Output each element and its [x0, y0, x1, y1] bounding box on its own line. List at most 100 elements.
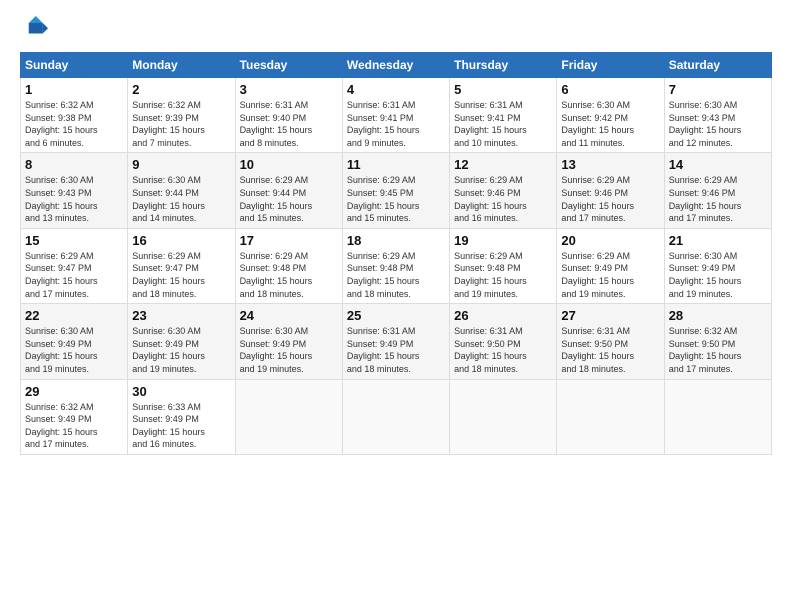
day-info: Sunrise: 6:29 AMSunset: 9:47 PMDaylight:… — [132, 250, 230, 300]
day-info: Sunrise: 6:31 AMSunset: 9:41 PMDaylight:… — [347, 99, 445, 149]
day-info: Sunrise: 6:30 AMSunset: 9:49 PMDaylight:… — [132, 325, 230, 375]
table-row: 11 Sunrise: 6:29 AMSunset: 9:45 PMDayligh… — [342, 153, 449, 228]
day-number: 25 — [347, 308, 445, 323]
table-row: 30 Sunrise: 6:33 AMSunset: 9:49 PMDayligh… — [128, 379, 235, 454]
day-info: Sunrise: 6:29 AMSunset: 9:49 PMDaylight:… — [561, 250, 659, 300]
day-info: Sunrise: 6:31 AMSunset: 9:50 PMDaylight:… — [454, 325, 552, 375]
day-info: Sunrise: 6:30 AMSunset: 9:43 PMDaylight:… — [669, 99, 767, 149]
table-row: 4Sunrise: 6:31 AMSunset: 9:41 PMDaylight… — [342, 78, 449, 153]
calendar-week-row: 29 Sunrise: 6:32 AMSunset: 9:49 PMDayligh… — [21, 379, 772, 454]
day-number: 26 — [454, 308, 552, 323]
calendar-header-row: Sunday Monday Tuesday Wednesday Thursday… — [21, 53, 772, 78]
header-thursday: Thursday — [450, 53, 557, 78]
header-friday: Friday — [557, 53, 664, 78]
day-number: 8 — [25, 157, 123, 172]
day-number: 29 — [25, 384, 123, 399]
table-row: 23 Sunrise: 6:30 AMSunset: 9:49 PMDayligh… — [128, 304, 235, 379]
day-info: Sunrise: 6:31 AMSunset: 9:41 PMDaylight:… — [454, 99, 552, 149]
day-number: 3 — [240, 82, 338, 97]
day-info: Sunrise: 6:29 AMSunset: 9:44 PMDaylight:… — [240, 174, 338, 224]
table-row: 9Sunrise: 6:30 AMSunset: 9:44 PMDaylight… — [128, 153, 235, 228]
day-number: 21 — [669, 233, 767, 248]
table-row: 18 Sunrise: 6:29 AMSunset: 9:48 PMDayligh… — [342, 228, 449, 303]
day-info: Sunrise: 6:32 AMSunset: 9:49 PMDaylight:… — [25, 401, 123, 451]
header-wednesday: Wednesday — [342, 53, 449, 78]
day-number: 20 — [561, 233, 659, 248]
table-row: 15 Sunrise: 6:29 AMSunset: 9:47 PMDayligh… — [21, 228, 128, 303]
day-number: 18 — [347, 233, 445, 248]
day-info: Sunrise: 6:33 AMSunset: 9:49 PMDaylight:… — [132, 401, 230, 451]
table-row: 24 Sunrise: 6:30 AMSunset: 9:49 PMDayligh… — [235, 304, 342, 379]
table-row: 7 Sunrise: 6:30 AMSunset: 9:43 PMDaylight… — [664, 78, 771, 153]
day-info: Sunrise: 6:30 AMSunset: 9:43 PMDaylight:… — [25, 174, 123, 224]
day-number: 28 — [669, 308, 767, 323]
day-number: 15 — [25, 233, 123, 248]
table-row: 29 Sunrise: 6:32 AMSunset: 9:49 PMDayligh… — [21, 379, 128, 454]
day-info: Sunrise: 6:29 AMSunset: 9:46 PMDaylight:… — [561, 174, 659, 224]
table-row — [450, 379, 557, 454]
day-info: Sunrise: 6:29 AMSunset: 9:48 PMDaylight:… — [454, 250, 552, 300]
day-number: 23 — [132, 308, 230, 323]
day-info: Sunrise: 6:31 AMSunset: 9:50 PMDaylight:… — [561, 325, 659, 375]
table-row: 13 Sunrise: 6:29 AMSunset: 9:46 PMDayligh… — [557, 153, 664, 228]
header-sunday: Sunday — [21, 53, 128, 78]
header-tuesday: Tuesday — [235, 53, 342, 78]
header — [20, 16, 772, 44]
table-row: 12Sunrise: 6:29 AMSunset: 9:46 PMDayligh… — [450, 153, 557, 228]
day-info: Sunrise: 6:32 AMSunset: 9:39 PMDaylight:… — [132, 99, 230, 149]
table-row — [235, 379, 342, 454]
day-info: Sunrise: 6:31 AMSunset: 9:49 PMDaylight:… — [347, 325, 445, 375]
day-info: Sunrise: 6:29 AMSunset: 9:46 PMDaylight:… — [454, 174, 552, 224]
day-info: Sunrise: 6:29 AMSunset: 9:47 PMDaylight:… — [25, 250, 123, 300]
calendar-week-row: 15 Sunrise: 6:29 AMSunset: 9:47 PMDayligh… — [21, 228, 772, 303]
day-info: Sunrise: 6:30 AMSunset: 9:49 PMDaylight:… — [240, 325, 338, 375]
table-row — [557, 379, 664, 454]
day-number: 14 — [669, 157, 767, 172]
day-number: 7 — [669, 82, 767, 97]
day-info: Sunrise: 6:32 AMSunset: 9:38 PMDaylight:… — [25, 99, 123, 149]
day-info: Sunrise: 6:29 AMSunset: 9:45 PMDaylight:… — [347, 174, 445, 224]
table-row: 3 Sunrise: 6:31 AMSunset: 9:40 PMDaylight… — [235, 78, 342, 153]
header-saturday: Saturday — [664, 53, 771, 78]
table-row: 22Sunrise: 6:30 AMSunset: 9:49 PMDayligh… — [21, 304, 128, 379]
day-info: Sunrise: 6:31 AMSunset: 9:40 PMDaylight:… — [240, 99, 338, 149]
day-info: Sunrise: 6:30 AMSunset: 9:42 PMDaylight:… — [561, 99, 659, 149]
calendar-week-row: 22Sunrise: 6:30 AMSunset: 9:49 PMDayligh… — [21, 304, 772, 379]
table-row: 20 Sunrise: 6:29 AMSunset: 9:49 PMDayligh… — [557, 228, 664, 303]
day-number: 6 — [561, 82, 659, 97]
day-info: Sunrise: 6:29 AMSunset: 9:46 PMDaylight:… — [669, 174, 767, 224]
day-info: Sunrise: 6:30 AMSunset: 9:44 PMDaylight:… — [132, 174, 230, 224]
table-row: 2Sunrise: 6:32 AMSunset: 9:39 PMDaylight… — [128, 78, 235, 153]
day-number: 24 — [240, 308, 338, 323]
day-number: 30 — [132, 384, 230, 399]
day-info: Sunrise: 6:29 AMSunset: 9:48 PMDaylight:… — [347, 250, 445, 300]
table-row: 8 Sunrise: 6:30 AMSunset: 9:43 PMDaylight… — [21, 153, 128, 228]
day-number: 13 — [561, 157, 659, 172]
day-number: 27 — [561, 308, 659, 323]
table-row: 21Sunrise: 6:30 AMSunset: 9:49 PMDayligh… — [664, 228, 771, 303]
logo — [20, 16, 52, 44]
table-row: 6 Sunrise: 6:30 AMSunset: 9:42 PMDaylight… — [557, 78, 664, 153]
day-number: 11 — [347, 157, 445, 172]
table-row: 16Sunrise: 6:29 AMSunset: 9:47 PMDayligh… — [128, 228, 235, 303]
day-number: 1 — [25, 82, 123, 97]
day-info: Sunrise: 6:29 AMSunset: 9:48 PMDaylight:… — [240, 250, 338, 300]
calendar-week-row: 8 Sunrise: 6:30 AMSunset: 9:43 PMDaylight… — [21, 153, 772, 228]
table-row — [664, 379, 771, 454]
table-row: 25 Sunrise: 6:31 AMSunset: 9:49 PMDayligh… — [342, 304, 449, 379]
day-number: 19 — [454, 233, 552, 248]
day-number: 17 — [240, 233, 338, 248]
table-row: 28 Sunrise: 6:32 AMSunset: 9:50 PMDayligh… — [664, 304, 771, 379]
day-number: 5 — [454, 82, 552, 97]
table-row — [342, 379, 449, 454]
calendar-table: Sunday Monday Tuesday Wednesday Thursday… — [20, 52, 772, 455]
day-info: Sunrise: 6:30 AMSunset: 9:49 PMDaylight:… — [25, 325, 123, 375]
day-number: 10 — [240, 157, 338, 172]
table-row: 1 Sunrise: 6:32 AMSunset: 9:38 PMDaylight… — [21, 78, 128, 153]
table-row: 10 Sunrise: 6:29 AMSunset: 9:44 PMDayligh… — [235, 153, 342, 228]
logo-icon — [20, 16, 48, 44]
day-info: Sunrise: 6:32 AMSunset: 9:50 PMDaylight:… — [669, 325, 767, 375]
header-monday: Monday — [128, 53, 235, 78]
table-row: 14 Sunrise: 6:29 AMSunset: 9:46 PMDayligh… — [664, 153, 771, 228]
table-row: 17 Sunrise: 6:29 AMSunset: 9:48 PMDayligh… — [235, 228, 342, 303]
